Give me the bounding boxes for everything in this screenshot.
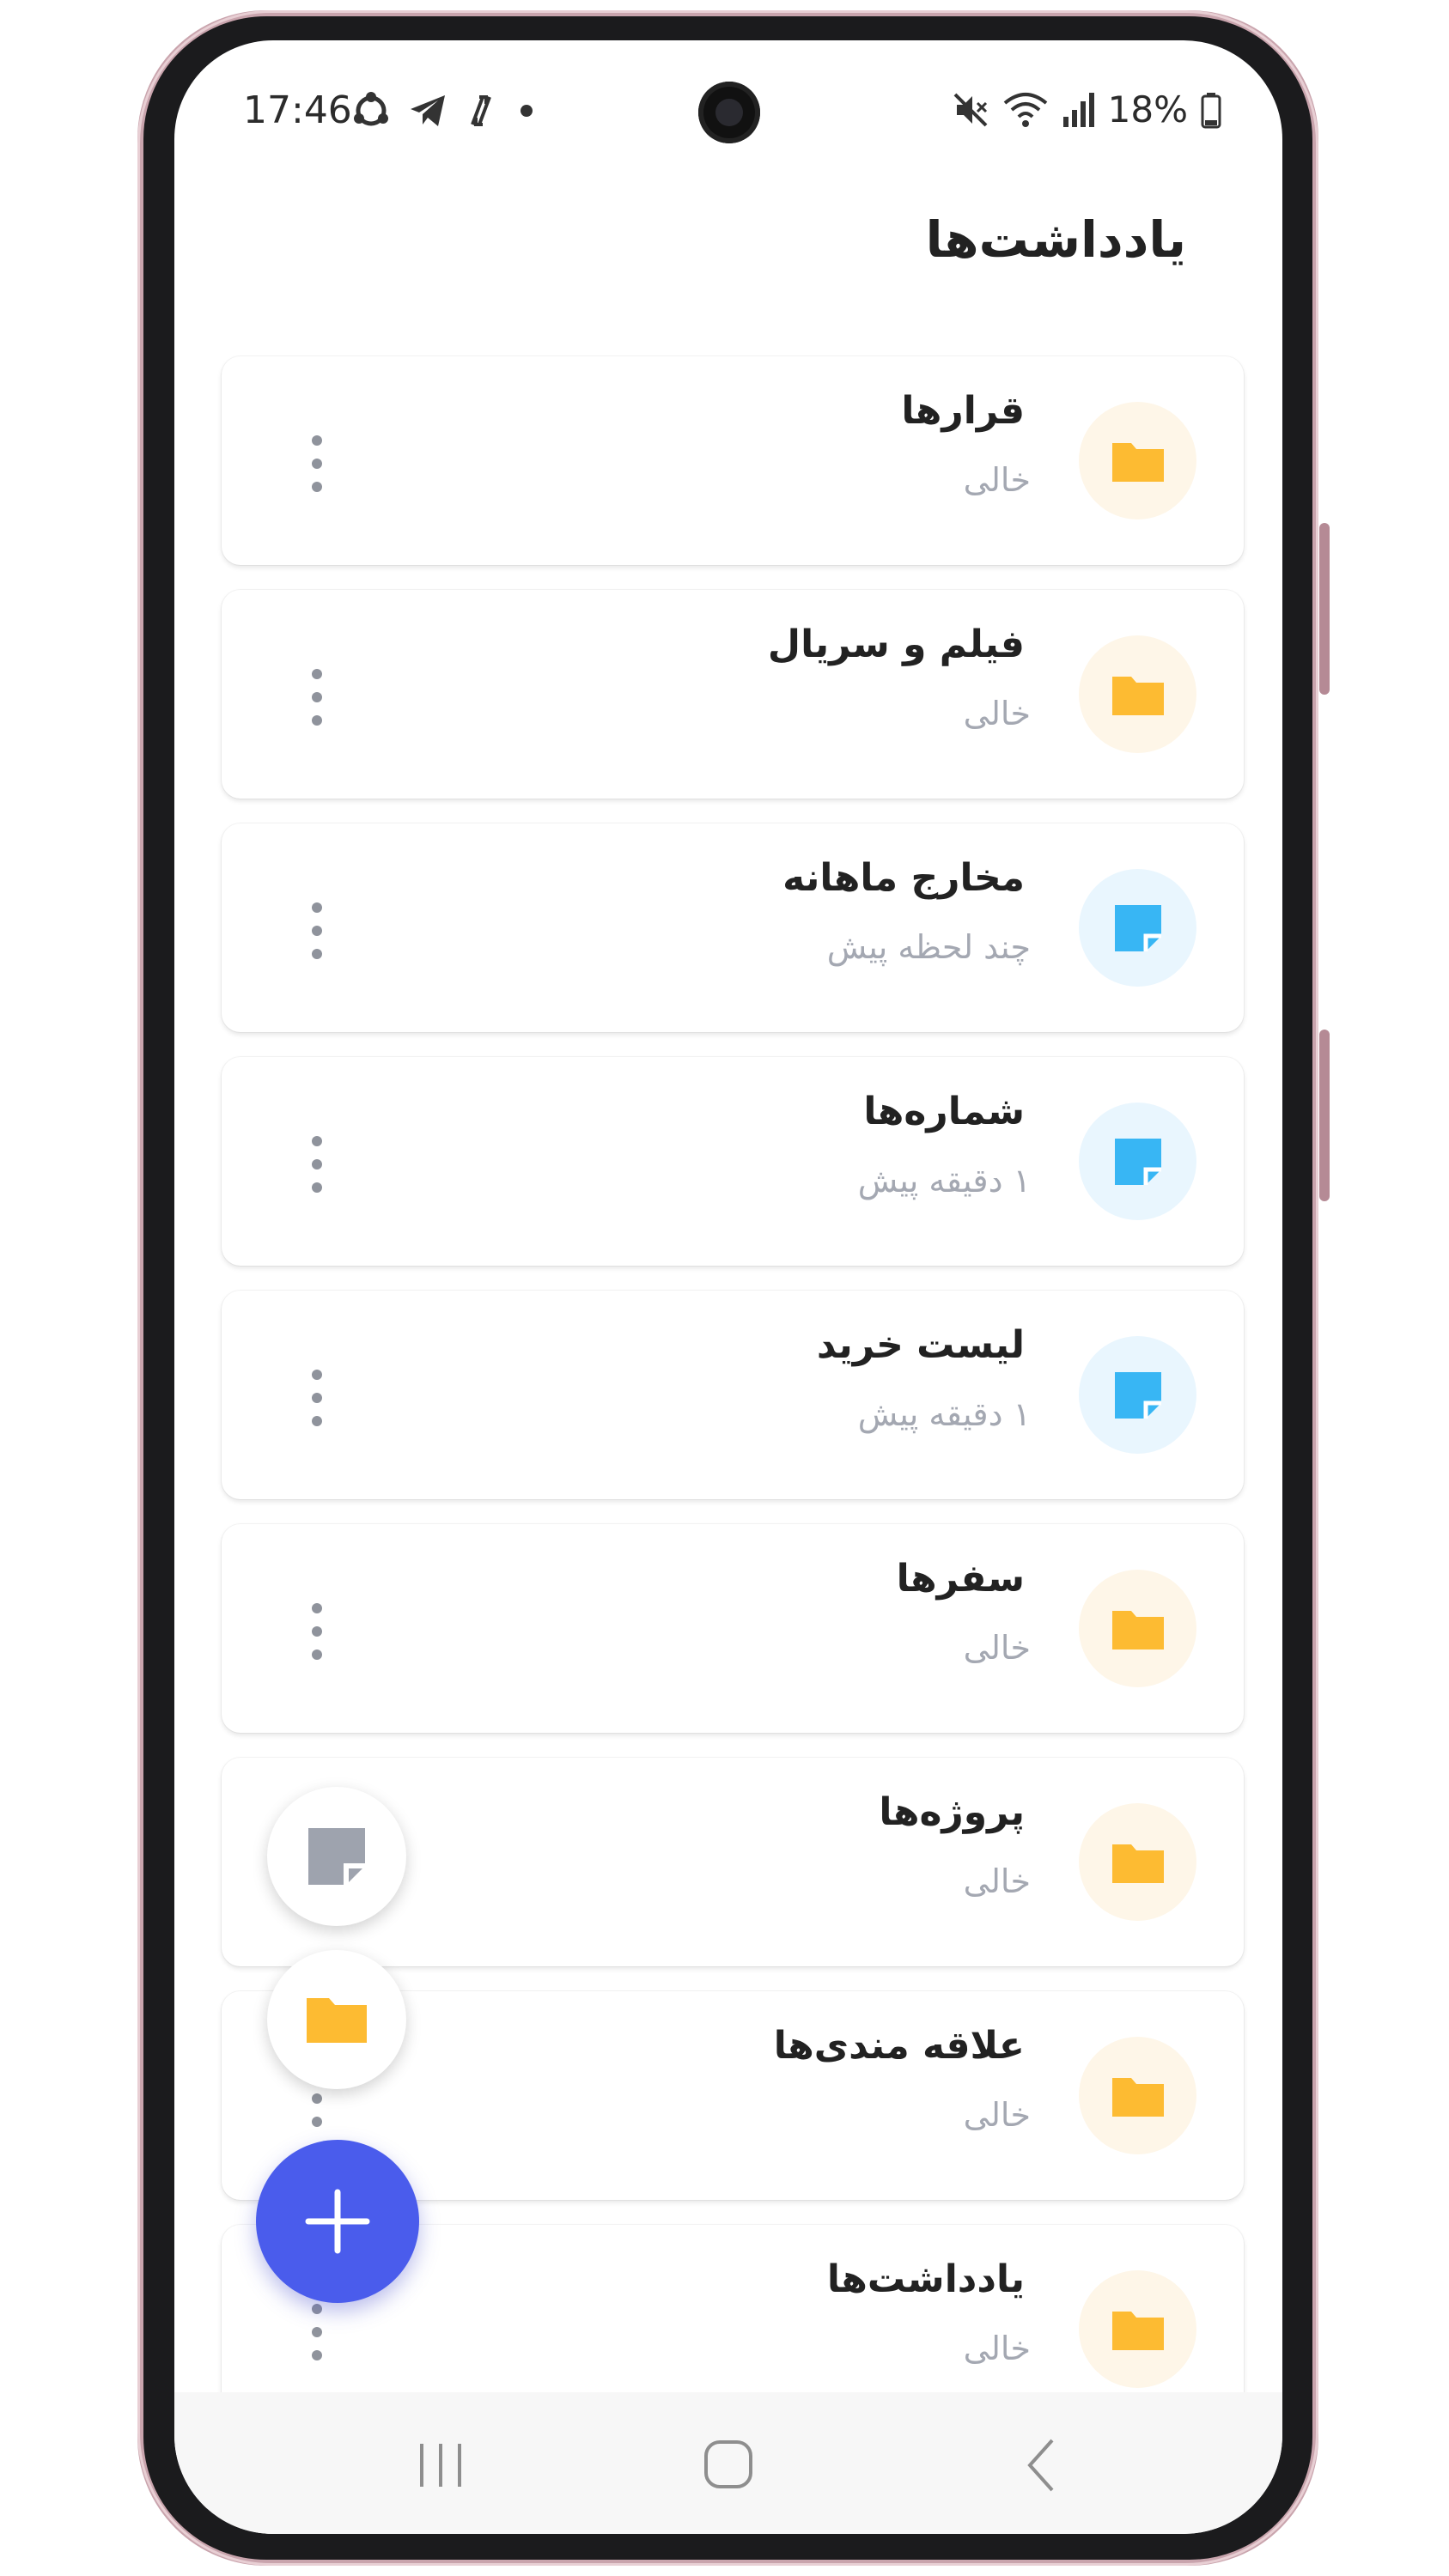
more-options-icon[interactable]	[307, 1136, 326, 1193]
item-title: سفرها	[896, 1557, 1025, 1601]
list-item[interactable]: فیلم و سریال خالی	[222, 590, 1244, 799]
list-item[interactable]: لیست خرید ۱ دقیقه پیش	[222, 1291, 1244, 1499]
new-note-button[interactable]	[267, 1787, 406, 1926]
telegram-icon	[411, 95, 445, 126]
transfer-icon	[471, 95, 491, 126]
folder-icon-badge	[1079, 2037, 1196, 2154]
item-subtitle: خالی	[963, 2330, 1031, 2367]
home-icon[interactable]	[694, 2435, 763, 2495]
note-icon	[1115, 1139, 1161, 1185]
item-title: یادداشت‌ها	[826, 2257, 1025, 2301]
list-item[interactable]: قرارها خالی	[222, 356, 1244, 565]
note-icon-badge	[1079, 1336, 1196, 1454]
back-icon[interactable]	[1008, 2435, 1076, 2495]
item-title: پروژه‌ها	[879, 1790, 1025, 1834]
folder-icon-badge	[1079, 402, 1196, 519]
item-subtitle: خالی	[963, 1629, 1031, 1667]
folder-icon	[1112, 443, 1164, 482]
list-item[interactable]: سفرها خالی	[222, 1524, 1244, 1733]
more-options-icon[interactable]	[307, 435, 326, 492]
wifi-icon	[1003, 92, 1047, 127]
status-time: 17:46	[243, 88, 352, 132]
item-title: علاقه مندی‌ها	[773, 2024, 1025, 2068]
note-icon-badge	[1079, 869, 1196, 987]
page-title: یادداشت‌ها	[925, 210, 1186, 269]
folder-icon	[1112, 1844, 1164, 1883]
more-options-icon[interactable]	[307, 1603, 326, 1660]
item-subtitle: خالی	[963, 461, 1031, 499]
folder-icon	[1112, 677, 1164, 715]
more-options-icon[interactable]	[307, 1370, 326, 1426]
status-icons-left	[350, 90, 539, 131]
folder-icon	[1112, 2312, 1164, 2350]
new-folder-icon	[307, 1998, 367, 2043]
item-subtitle: خالی	[963, 1862, 1031, 1900]
battery-percent: 18%	[1107, 88, 1188, 131]
phone-frame: 17:46	[137, 10, 1330, 2566]
more-options-icon[interactable]	[307, 2304, 326, 2360]
list-item[interactable]: شماره‌ها ۱ دقیقه پیش	[222, 1057, 1244, 1266]
notes-list: قرارها خالی فیلم و سریال خالی مخارج ماها…	[222, 356, 1244, 2458]
item-title: شماره‌ها	[863, 1090, 1025, 1133]
new-note-icon	[308, 1828, 365, 1885]
battery-icon	[1201, 92, 1221, 128]
folder-icon-badge	[1079, 1803, 1196, 1921]
note-icon-badge	[1079, 1103, 1196, 1220]
note-icon	[1115, 1372, 1161, 1419]
mute-icon	[953, 93, 988, 126]
folder-icon-badge	[1079, 1570, 1196, 1687]
item-subtitle: چند لحظه پیش	[826, 928, 1031, 966]
add-button[interactable]	[256, 2140, 419, 2303]
item-title: فیلم و سریال	[767, 623, 1025, 666]
front-camera	[698, 82, 760, 143]
note-icon	[1115, 905, 1161, 951]
item-subtitle: ۱ دقیقه پیش	[857, 1395, 1031, 1433]
item-title: مخارج ماهانه	[782, 856, 1025, 900]
dot-icon	[521, 105, 533, 117]
folder-icon-badge	[1079, 2270, 1196, 2388]
screen: 17:46	[174, 40, 1282, 2534]
item-title: قرارها	[901, 389, 1025, 433]
plus-icon	[305, 2189, 370, 2254]
item-title: لیست خرید	[816, 1323, 1025, 1367]
folder-icon-badge	[1079, 635, 1196, 753]
signal-icon	[1062, 92, 1094, 127]
item-subtitle: ۱ دقیقه پیش	[857, 1162, 1031, 1200]
volume-button	[1319, 523, 1330, 695]
sync-icon	[354, 92, 388, 126]
more-options-icon[interactable]	[307, 669, 326, 726]
item-subtitle: خالی	[963, 695, 1031, 732]
navigation-bar	[174, 2392, 1282, 2534]
status-bar: 17:46 18%	[174, 40, 1282, 169]
list-item[interactable]: مخارج ماهانه چند لحظه پیش	[222, 823, 1244, 1032]
folder-icon	[1112, 1611, 1164, 1649]
power-button	[1319, 1030, 1330, 1201]
folder-icon	[1112, 2078, 1164, 2117]
recent-apps-icon[interactable]	[406, 2435, 475, 2495]
new-folder-button[interactable]	[267, 1950, 406, 2089]
item-subtitle: خالی	[963, 2096, 1031, 2134]
more-options-icon[interactable]	[307, 902, 326, 959]
status-icons-right: 18%	[952, 88, 1222, 131]
